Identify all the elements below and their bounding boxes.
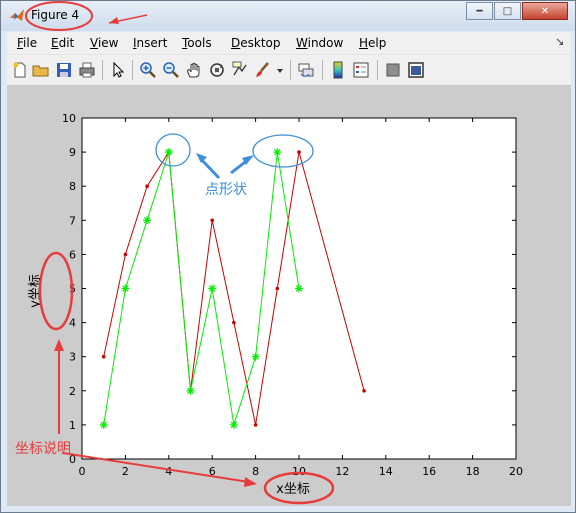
data-point-star[interactable] [295,284,303,293]
x-tick-label: 18 [466,465,480,478]
data-point-star[interactable] [121,284,130,293]
y-tick-label: 3 [69,351,76,364]
x-tick-label: 20 [509,465,523,478]
y-tick-label: 2 [69,385,76,398]
figure-canvas: 0 2 4 6 8 10 12 14 16 18 20012345678910 x坐标 y坐标 点形… [15,1,523,505]
marker-shape-label: 点形状 [205,182,247,198]
data-point-dot[interactable] [362,389,366,393]
figure-window: Figure 4 ━ □ ✕ File Edit View Insert Too… [0,0,576,513]
y-tick-label: 7 [69,214,76,227]
x-tick-label: 12 [335,465,349,478]
x-tick-label: 10 [292,465,306,478]
y-tick-label: 9 [69,146,76,159]
ylabel-arrowhead [54,339,64,351]
data-point-dot[interactable] [101,354,106,359]
x-tick-label: 0 [79,465,86,478]
data-point-dot[interactable] [275,286,280,291]
data-point-star[interactable] [251,352,260,361]
x-tick-label: 4 [165,465,172,478]
data-point-dot[interactable] [253,423,258,427]
data-point-star[interactable] [208,284,217,293]
y-tick-label: 6 [69,248,76,261]
title-highlight-ellipse [25,1,93,31]
y-tick-label: 1 [69,419,76,432]
data-point-dot[interactable] [232,320,236,325]
data-point-dot[interactable] [145,184,149,188]
xlabel-arrowhead [244,477,257,487]
x-tick-label: 16 [422,465,436,478]
x-tick-label: 14 [379,465,393,478]
data-point-star[interactable] [186,386,195,395]
axis-label-note: 坐标说明 [15,441,71,457]
data-point-dot[interactable] [210,218,214,223]
ylabel-highlight-ellipse [38,251,74,331]
y-tick-label: 10 [62,112,76,125]
x-axis-label: x坐标 [276,482,310,497]
data-point-dot[interactable] [297,150,301,154]
y-tick-label: 4 [69,317,76,330]
x-tick-label: 2 [122,465,129,478]
title-arrowhead [109,17,119,24]
y-tick-label: 8 [69,180,76,193]
data-point-dot[interactable] [123,252,128,257]
x-tick-label: 8 [252,465,259,478]
